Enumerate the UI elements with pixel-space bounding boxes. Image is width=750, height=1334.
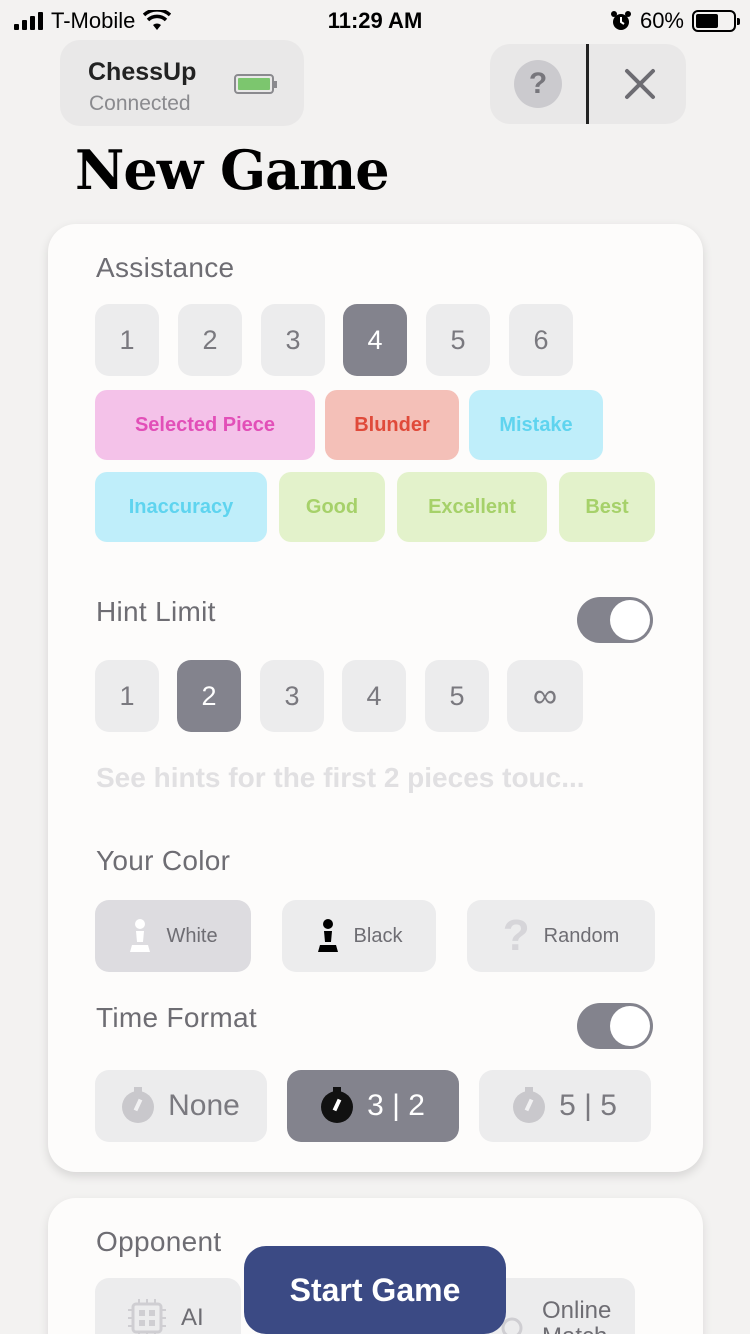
black-pawn-icon [317, 919, 338, 952]
time-format-label: Time Format [96, 1002, 257, 1033]
opponent-ai-label: AI [181, 1304, 204, 1331]
time-5-5-button[interactable]: 5 | 5 [479, 1070, 651, 1142]
top-actions: ? [490, 44, 686, 124]
stopwatch-icon [513, 1087, 546, 1123]
hint-limit-unlimited[interactable]: ∞ [507, 660, 583, 732]
color-random-label: Random [543, 924, 620, 947]
your-color-label: Your Color [96, 845, 231, 876]
alarm-icon [610, 11, 631, 30]
color-black-label: Black [353, 924, 403, 947]
help-button[interactable]: ? [514, 60, 562, 108]
opponent-label: Opponent [96, 1226, 222, 1257]
hint-limit-2[interactable]: 2 [177, 660, 241, 732]
page-title: New Game [75, 138, 390, 202]
color-black-button[interactable]: Black [282, 900, 436, 972]
divider [586, 44, 589, 124]
hint-limit-4[interactable]: 4 [342, 660, 406, 732]
stopwatch-icon [321, 1087, 354, 1123]
time-5-5-label: 5 | 5 [559, 1089, 617, 1122]
device-name: ChessUp [88, 58, 197, 86]
close-button[interactable] [614, 58, 666, 110]
start-game-button[interactable]: Start Game [244, 1246, 506, 1334]
color-random-button[interactable]: ? Random [467, 900, 655, 972]
chip-icon [128, 1299, 166, 1334]
hint-limit-3[interactable]: 3 [260, 660, 324, 732]
assistance-label: Assistance [96, 252, 235, 283]
hint-limit-5[interactable]: 5 [425, 660, 489, 732]
hint-limit-toggle[interactable] [577, 597, 653, 643]
device-status-pill[interactable]: ChessUp Connected [60, 40, 304, 126]
hint-limit-description: See hints for the first 2 pieces touc... [96, 762, 585, 793]
device-connection-status: Connected [89, 92, 191, 115]
white-pawn-icon [130, 919, 151, 952]
assistance-level-3[interactable]: 3 [261, 304, 325, 376]
tag-blunder: Blunder [325, 390, 459, 460]
time-3-2-label: 3 | 2 [367, 1089, 425, 1122]
question-icon: ? [502, 911, 530, 960]
tag-inaccuracy: Inaccuracy [95, 472, 267, 542]
tag-excellent: Excellent [397, 472, 547, 542]
hint-limit-1[interactable]: 1 [95, 660, 159, 732]
assistance-level-1[interactable]: 1 [95, 304, 159, 376]
color-white-label: White [166, 924, 218, 947]
tag-selected-piece: Selected Piece [95, 390, 315, 460]
opponent-ai-button[interactable]: AI [95, 1278, 241, 1334]
opponent-online-label: Online Match [542, 1297, 612, 1334]
tag-best: Best [559, 472, 655, 542]
assistance-level-5[interactable]: 5 [426, 304, 490, 376]
battery-icon [692, 10, 740, 32]
close-icon [625, 69, 655, 99]
stopwatch-icon [122, 1087, 155, 1123]
color-white-button[interactable]: White [95, 900, 251, 972]
time-none-button[interactable]: None [95, 1070, 267, 1142]
battery-percent: 60% [639, 8, 684, 33]
time-none-label: None [168, 1089, 240, 1122]
assistance-level-2[interactable]: 2 [178, 304, 242, 376]
assistance-level-4[interactable]: 4 [343, 304, 407, 376]
device-battery-icon [234, 74, 277, 94]
hint-limit-label: Hint Limit [96, 596, 216, 627]
tag-good: Good [279, 472, 385, 542]
status-right: 60% [610, 8, 740, 34]
status-bar: T-Mobile 11:29 AM 60% [0, 0, 750, 40]
time-3-2-button[interactable]: 3 | 2 [287, 1070, 459, 1142]
time-format-toggle[interactable] [577, 1003, 653, 1049]
tag-mistake: Mistake [469, 390, 603, 460]
assistance-level-6[interactable]: 6 [509, 304, 573, 376]
